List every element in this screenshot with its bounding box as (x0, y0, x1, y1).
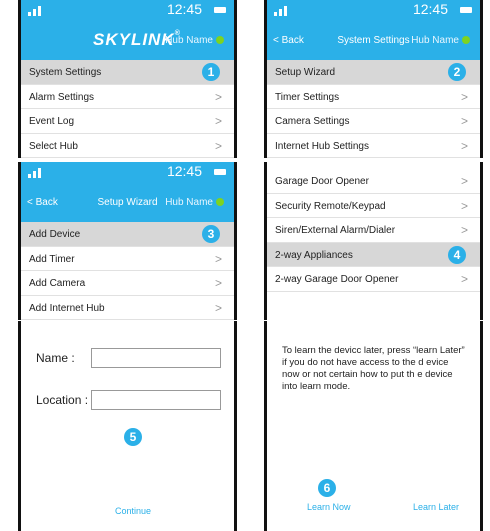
app-header: < Back Setup Wizard Hub Name (21, 182, 234, 222)
menu-item-alarm-settings[interactable]: Alarm Settings > (21, 85, 234, 109)
step-badge: 3 (202, 225, 220, 243)
learn-later-button[interactable]: Learn Later (413, 502, 459, 512)
hub-name[interactable]: Hub Name (165, 35, 224, 46)
panel-learn-mode: To learn the devicc later, press “learn … (264, 321, 483, 531)
panel-device-types: Garage Door Opener > Security Remote/Keyp… (264, 162, 483, 320)
hub-status-dot (216, 198, 224, 206)
chevron-right-icon: > (214, 114, 222, 128)
chevron-right-icon: > (214, 300, 222, 315)
step-badge: 2 (448, 63, 466, 81)
menu-item-garage-door-opener[interactable]: Garage Door Opener > (267, 169, 480, 194)
menu-item-2way-appliances[interactable]: 2-way Appliances 4 (267, 242, 480, 267)
name-label: Name : (36, 351, 75, 365)
menu-item-event-log[interactable]: Event Log > (21, 109, 234, 134)
app-header: SKYLINK® Hub Name (21, 20, 234, 60)
battery-icon (214, 7, 226, 13)
clock: 12:45 (166, 163, 202, 179)
learn-instructions: To learn the devicc later, press “learn … (282, 345, 465, 392)
chevron-right-icon: > (214, 89, 222, 104)
hub-status-dot (462, 36, 470, 44)
status-bar: 12:45 (267, 0, 480, 20)
chevron-right-icon: > (460, 89, 468, 104)
menu-item-security-remote-keypad[interactable]: Security Remote/Keypad > (267, 194, 480, 218)
step-badge: 6 (318, 479, 336, 497)
chevron-right-icon: > (460, 174, 468, 188)
step-badge: 1 (202, 63, 220, 81)
hub-name[interactable]: Hub Name (411, 35, 470, 46)
battery-icon (214, 169, 226, 175)
battery-icon (460, 7, 472, 13)
chevron-right-icon: > (460, 272, 468, 286)
menu-item-add-internet-hub[interactable]: Add Internet Hub > (21, 296, 234, 320)
name-field[interactable] (91, 348, 221, 368)
chevron-right-icon: > (460, 138, 468, 153)
menu-item-select-hub[interactable]: Select Hub > (21, 134, 234, 158)
chevron-right-icon: > (460, 114, 468, 128)
location-label: Location : (36, 393, 89, 407)
chevron-right-icon: > (214, 138, 222, 153)
panel-main-menu: 12:45 SKYLINK® Hub Name System Settings 1… (18, 0, 237, 158)
chevron-right-icon: > (460, 198, 468, 213)
status-bar: 12:45 (21, 0, 234, 20)
step-badge: 4 (448, 245, 466, 264)
clock: 12:45 (412, 1, 448, 17)
continue-button[interactable]: Continue (115, 506, 151, 516)
hub-name[interactable]: Hub Name (165, 197, 224, 208)
status-bar: 12:45 (21, 162, 234, 182)
panel-device-form: Name : Location : 5 Continue (18, 321, 237, 531)
signal-icon (28, 167, 46, 178)
menu-item-add-camera[interactable]: Add Camera > (21, 271, 234, 296)
menu-item-timer-settings[interactable]: Timer Settings > (267, 85, 480, 109)
menu-item-2way-garage-door-opener[interactable]: 2-way Garage Door Opener > (267, 267, 480, 292)
menu-item-add-device[interactable]: Add Device 3 (21, 222, 234, 247)
clock: 12:45 (166, 1, 202, 17)
learn-now-button[interactable]: Learn Now (307, 502, 351, 512)
panel-setup-wizard: 12:45 < Back Setup Wizard Hub Name Add D… (18, 162, 237, 320)
panel-system-settings: 12:45 < Back System Settings Hub Name Se… (264, 0, 483, 158)
chevron-right-icon: > (460, 223, 468, 237)
menu-item-add-timer[interactable]: Add Timer > (21, 247, 234, 271)
chevron-right-icon: > (214, 251, 222, 266)
menu-item-setup-wizard[interactable]: Setup Wizard 2 (267, 60, 480, 85)
app-header: < Back System Settings Hub Name (267, 20, 480, 60)
menu-item-system-settings[interactable]: System Settings 1 (21, 60, 234, 85)
step-badge: 5 (124, 428, 142, 446)
signal-icon (28, 5, 46, 16)
menu-item-internet-hub-settings[interactable]: Internet Hub Settings > (267, 134, 480, 158)
location-field[interactable] (91, 390, 221, 410)
menu-item-camera-settings[interactable]: Camera Settings > (267, 109, 480, 134)
hub-status-dot (216, 36, 224, 44)
signal-icon (274, 5, 292, 16)
chevron-right-icon: > (214, 276, 222, 290)
menu-item-siren-external-alarm[interactable]: Siren/External Alarm/Dialer > (267, 218, 480, 243)
